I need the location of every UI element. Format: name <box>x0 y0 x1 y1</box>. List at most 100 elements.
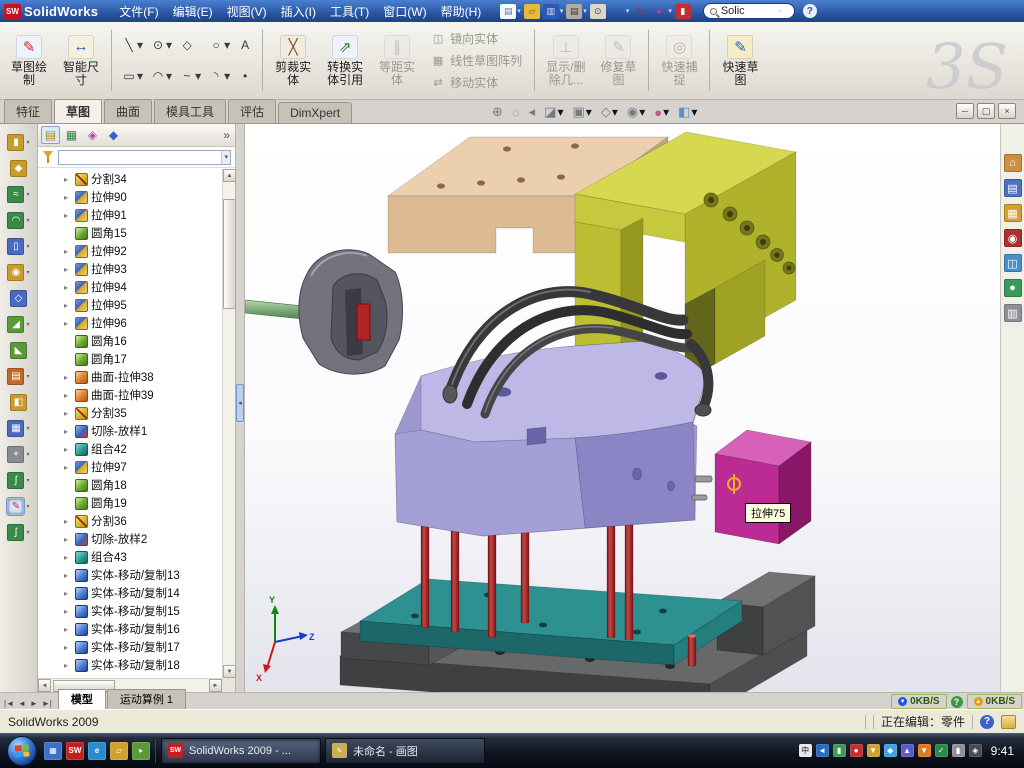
tree-item[interactable]: ▸拉伸91 <box>64 206 221 224</box>
propertymanager-tab-icon[interactable]: ▦ <box>62 126 81 144</box>
rectangle-icon[interactable]: ▭▾ <box>119 61 146 93</box>
smart-dimension-button[interactable]: ↔智能尺寸 <box>56 25 106 96</box>
scrollbar-thumb[interactable] <box>223 199 236 309</box>
expand-arrow-icon[interactable]: ▸ <box>64 427 72 436</box>
restore-window-icon[interactable]: ▢ <box>977 103 995 119</box>
fillet-icon[interactable]: ◢▾ <box>7 316 29 333</box>
orientation-triad[interactable]: Y Z X <box>256 595 315 683</box>
expand-arrow-icon[interactable]: ▸ <box>64 571 72 580</box>
quick-snaps-button[interactable]: ◎快速捕捉 <box>654 25 704 96</box>
dropdown-icon[interactable]: ▾ <box>517 7 521 15</box>
search-dropdown-icon[interactable]: ▾ <box>778 7 782 15</box>
expand-arrow-icon[interactable]: ▸ <box>64 193 72 202</box>
show-desktop-icon[interactable]: ▦ <box>44 742 62 760</box>
dropdown-icon[interactable]: ▾ <box>26 321 29 328</box>
expand-arrow-icon[interactable]: ▸ <box>64 265 72 274</box>
print-preview-icon[interactable]: ⊙ <box>590 4 606 19</box>
view-palette-icon[interactable]: ◫ <box>1004 254 1022 272</box>
move-entities-button[interactable]: ⇄移动实体 <box>427 73 526 92</box>
home-icon[interactable]: ⌂ <box>1004 154 1022 172</box>
dropdown-icon[interactable]: ▾ <box>612 105 618 119</box>
tree-item[interactable]: ▸拉伸92 <box>64 242 221 260</box>
expand-arrow-icon[interactable]: ▸ <box>64 211 72 220</box>
tab-surfaces[interactable]: 曲面 <box>104 99 152 123</box>
tree-item[interactable]: ▸分割36 <box>64 512 221 530</box>
tree-item[interactable]: ▸分割34 <box>64 170 221 188</box>
status-help-icon[interactable]: ? <box>980 715 994 729</box>
motion-study-tab[interactable]: 运动算例 1 <box>107 689 186 709</box>
revolved-cut-icon[interactable]: ◇ <box>10 290 27 307</box>
featuremanager-tab-icon[interactable]: ▤ <box>41 126 60 144</box>
expand-arrow-icon[interactable]: ▸ <box>64 463 72 472</box>
scroll-right-icon[interactable]: ► <box>209 679 222 692</box>
collapse-panel-icon[interactable]: ◂ <box>236 384 244 422</box>
view-orientation-icon[interactable]: ▣▾ <box>573 104 592 120</box>
menu-edit[interactable]: 编辑(E) <box>166 1 220 22</box>
tree-item[interactable]: ▸实体-移动/复制17 <box>64 638 221 656</box>
expand-arrow-icon[interactable]: ▸ <box>64 247 72 256</box>
tray-safety-icon[interactable]: ✓ <box>935 744 948 757</box>
dropdown-icon[interactable]: ▾ <box>560 7 564 15</box>
new-document-icon[interactable]: ▤▾ <box>500 4 521 19</box>
sketch-button[interactable]: ✎草图绘制 <box>4 25 54 96</box>
tree-item[interactable]: 圆角15 <box>64 224 221 242</box>
tab-nav-icon-0[interactable]: |◄ <box>3 699 15 708</box>
menu-view[interactable]: 视图(V) <box>220 1 274 22</box>
configurationmanager-tab-icon[interactable]: ◈ <box>83 126 102 144</box>
open-icon[interactable]: ▱ <box>524 4 540 19</box>
chamfer-icon[interactable]: ◣ <box>10 342 27 359</box>
previous-view-icon[interactable]: ◂ <box>529 104 536 120</box>
tree-filter-input[interactable]: ▾ <box>58 150 231 165</box>
dropdown-icon[interactable]: ▾ <box>26 373 29 380</box>
filter-dropdown-icon[interactable]: ▾ <box>221 151 230 164</box>
curves-icon[interactable]: ∫▾ <box>7 472 29 489</box>
ellipse-icon[interactable]: ○▾ <box>206 29 233 61</box>
tree-item[interactable]: 圆角19 <box>64 494 221 512</box>
edit-color-icon[interactable]: ●▾ <box>651 4 672 19</box>
linear-pattern-icon[interactable]: ▦▾ <box>7 420 29 437</box>
extruded-cut-icon[interactable]: ▯▾ <box>7 238 29 255</box>
tab-mold-tools[interactable]: 模具工具 <box>154 99 226 123</box>
close-window-icon[interactable]: × <box>998 103 1016 119</box>
tree-item[interactable]: 圆角18 <box>64 476 221 494</box>
expand-arrow-icon[interactable]: ▸ <box>64 589 72 598</box>
menu-tools[interactable]: 工具(T) <box>323 1 376 22</box>
menu-window[interactable]: 窗口(W) <box>376 1 433 22</box>
arc-icon[interactable]: ◠▾ <box>148 61 175 93</box>
task-solidworks[interactable]: SWSolidWorks 2009 - ... <box>161 738 321 764</box>
tree-vertical-scrollbar[interactable]: ▲ ▼ <box>222 169 235 678</box>
sketch-fillet-icon[interactable]: ◝▾ <box>206 61 233 93</box>
tree-item[interactable]: ▸曲面-拉伸39 <box>64 386 221 404</box>
tree-item[interactable]: ▸实体-移动/复制15 <box>64 602 221 620</box>
display-style-icon[interactable]: ◇▾ <box>601 104 618 120</box>
offset-entities-button[interactable]: ∥等距实体 <box>372 25 422 96</box>
dropdown-icon[interactable]: ▾ <box>26 269 29 276</box>
panel-splitter[interactable]: ◂ <box>236 124 245 692</box>
dropdown-icon[interactable]: ▾ <box>663 105 669 119</box>
swept-boss-icon[interactable]: ≈▾ <box>7 186 29 203</box>
tray-battery-icon[interactable]: ▮ <box>952 744 965 757</box>
dropdown-icon[interactable]: ▾ <box>137 69 143 83</box>
tree-item[interactable]: ▸分割35 <box>64 404 221 422</box>
expand-arrow-icon[interactable]: ▸ <box>64 535 72 544</box>
tray-network-icon[interactable]: ▮ <box>833 744 846 757</box>
dropdown-icon[interactable]: ▾ <box>557 105 563 119</box>
dropdown-icon[interactable]: ▾ <box>26 451 29 458</box>
rib-icon[interactable]: ▤▾ <box>7 368 29 385</box>
dropdown-icon[interactable]: ▾ <box>26 503 29 510</box>
model-tab[interactable]: 模型 <box>58 689 106 709</box>
dropdown-icon[interactable]: ▾ <box>224 38 230 52</box>
tree-item[interactable]: ▸切除-放样2 <box>64 530 221 548</box>
lofted-boss-icon[interactable]: ◠▾ <box>7 212 29 229</box>
tab-evaluate[interactable]: 评估 <box>228 99 276 123</box>
trim-entities-button[interactable]: ╳剪裁实体 <box>268 25 318 96</box>
hose-fitting[interactable] <box>695 404 711 416</box>
line-icon[interactable]: ╲▾ <box>119 29 146 61</box>
menu-file[interactable]: 文件(F) <box>112 1 165 22</box>
launch-browser-icon[interactable]: e <box>88 742 106 760</box>
dropdown-icon[interactable]: ▾ <box>166 38 172 52</box>
dropdown-icon[interactable]: ▾ <box>26 243 29 250</box>
hose-fitting[interactable] <box>443 385 457 403</box>
tree-item[interactable]: ▸实体-移动/复制16 <box>64 620 221 638</box>
tree-item[interactable]: ▸拉伸97 <box>64 458 221 476</box>
